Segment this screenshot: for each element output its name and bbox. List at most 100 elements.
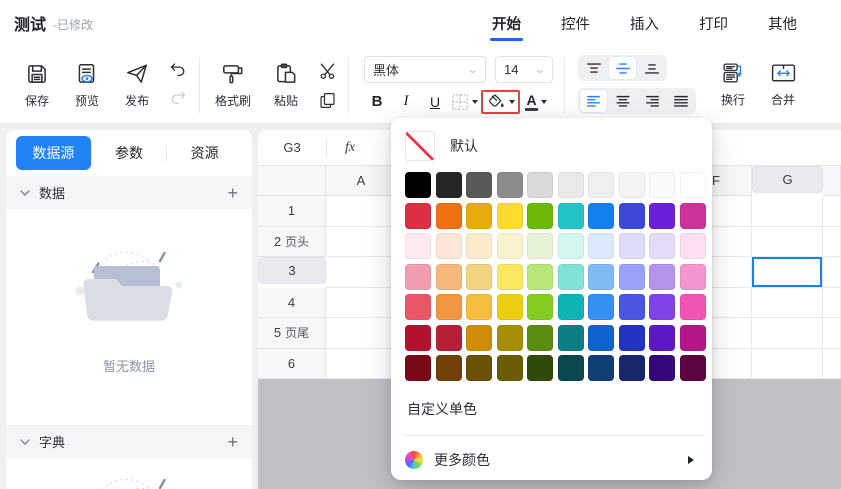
align-middle-button[interactable] xyxy=(609,57,636,79)
color-swatch-1-7[interactable] xyxy=(619,203,645,229)
color-swatch-5-4[interactable] xyxy=(527,325,553,351)
color-swatch-6-8[interactable] xyxy=(649,355,675,381)
cell-A4[interactable] xyxy=(326,288,397,319)
color-swatch-5-9[interactable] xyxy=(680,325,706,351)
color-swatch-0-2[interactable] xyxy=(466,172,492,198)
row-header-5[interactable]: 5页尾 xyxy=(258,318,326,349)
bold-button[interactable]: B xyxy=(364,90,390,114)
ribbon-tab-home[interactable]: 开始 xyxy=(490,0,523,46)
color-swatch-0-1[interactable] xyxy=(436,172,462,198)
sidebar-tab-params[interactable]: 参数 xyxy=(92,136,167,170)
add-data-button[interactable]: + xyxy=(227,184,238,202)
redo-icon[interactable] xyxy=(167,90,189,108)
italic-button[interactable]: I xyxy=(393,90,419,114)
color-swatch-1-4[interactable] xyxy=(527,203,553,229)
fx-button[interactable]: fx xyxy=(345,140,355,156)
color-swatch-0-0[interactable] xyxy=(405,172,431,198)
cell-partial-3[interactable] xyxy=(823,257,841,288)
color-swatch-3-7[interactable] xyxy=(619,264,645,290)
cell-partial-2[interactable] xyxy=(823,227,841,258)
sidebar-tab-resources[interactable]: 资源 xyxy=(167,136,242,170)
color-swatch-5-7[interactable] xyxy=(619,325,645,351)
border-button[interactable] xyxy=(451,90,478,114)
color-swatch-4-2[interactable] xyxy=(466,294,492,320)
color-swatch-3-5[interactable] xyxy=(558,264,584,290)
undo-icon[interactable] xyxy=(167,62,189,80)
color-swatch-6-5[interactable] xyxy=(558,355,584,381)
color-swatch-0-3[interactable] xyxy=(497,172,523,198)
color-swatch-6-6[interactable] xyxy=(588,355,614,381)
color-swatch-4-5[interactable] xyxy=(558,294,584,320)
font-family-select[interactable]: 黑体 ⌄ xyxy=(364,56,486,83)
column-header-A[interactable]: A xyxy=(326,166,397,196)
color-swatch-2-5[interactable] xyxy=(558,233,584,259)
row-header-2[interactable]: 2页头 xyxy=(258,227,326,258)
color-swatch-2-6[interactable] xyxy=(588,233,614,259)
row-header-1[interactable]: 1 xyxy=(258,196,326,227)
color-swatch-3-0[interactable] xyxy=(405,264,431,290)
color-swatch-5-1[interactable] xyxy=(436,325,462,351)
color-swatch-5-2[interactable] xyxy=(466,325,492,351)
data-section-header[interactable]: 数据 + xyxy=(6,176,252,209)
default-color-option[interactable]: 默认 xyxy=(405,130,700,162)
color-swatch-3-6[interactable] xyxy=(588,264,614,290)
cell-A3[interactable] xyxy=(326,257,397,288)
color-swatch-2-4[interactable] xyxy=(527,233,553,259)
color-swatch-4-4[interactable] xyxy=(527,294,553,320)
color-swatch-3-1[interactable] xyxy=(436,264,462,290)
cell-partial-1[interactable] xyxy=(823,196,841,227)
cell-A1[interactable] xyxy=(326,196,397,227)
preview-button[interactable]: 预览 xyxy=(62,61,112,109)
row-header-4[interactable]: 4 xyxy=(258,288,326,319)
color-swatch-5-3[interactable] xyxy=(497,325,523,351)
align-justify-button[interactable] xyxy=(667,90,694,112)
color-swatch-2-1[interactable] xyxy=(436,233,462,259)
format-painter-button[interactable]: 格式刷 xyxy=(205,61,261,109)
custom-color-label[interactable]: 自定义单色 xyxy=(407,399,698,419)
color-swatch-5-8[interactable] xyxy=(649,325,675,351)
align-center-button[interactable] xyxy=(609,90,636,112)
cut-scissors-icon[interactable] xyxy=(317,60,338,81)
color-swatch-0-9[interactable] xyxy=(680,172,706,198)
color-swatch-4-0[interactable] xyxy=(405,294,431,320)
cell-G1[interactable] xyxy=(752,196,823,227)
color-swatch-4-6[interactable] xyxy=(588,294,614,320)
align-bottom-button[interactable] xyxy=(638,57,665,79)
wrap-text-button[interactable]: 换行 xyxy=(708,61,758,108)
color-swatch-0-6[interactable] xyxy=(588,172,614,198)
publish-button[interactable]: 发布 xyxy=(112,61,162,109)
save-button[interactable]: 保存 xyxy=(12,61,62,109)
cell-G5[interactable] xyxy=(752,318,823,349)
font-size-select[interactable]: 14 ⌄ xyxy=(495,56,553,83)
color-swatch-6-2[interactable] xyxy=(466,355,492,381)
align-left-button[interactable] xyxy=(580,90,607,112)
color-swatch-0-5[interactable] xyxy=(558,172,584,198)
cell-A2[interactable] xyxy=(326,227,397,258)
color-swatch-2-3[interactable] xyxy=(497,233,523,259)
color-swatch-4-9[interactable] xyxy=(680,294,706,320)
color-swatch-1-8[interactable] xyxy=(649,203,675,229)
sidebar-tab-datasource[interactable]: 数据源 xyxy=(16,136,91,170)
color-swatch-6-0[interactable] xyxy=(405,355,431,381)
color-swatch-2-9[interactable] xyxy=(680,233,706,259)
color-swatch-1-5[interactable] xyxy=(558,203,584,229)
color-swatch-2-8[interactable] xyxy=(649,233,675,259)
color-swatch-5-0[interactable] xyxy=(405,325,431,351)
color-swatch-0-7[interactable] xyxy=(619,172,645,198)
cell-partial-4[interactable] xyxy=(823,288,841,319)
color-swatch-5-6[interactable] xyxy=(588,325,614,351)
ribbon-tab-other[interactable]: 其他 xyxy=(766,0,799,46)
color-swatch-3-4[interactable] xyxy=(527,264,553,290)
color-swatch-6-1[interactable] xyxy=(436,355,462,381)
cell-name-box[interactable]: G3 xyxy=(258,140,326,155)
merge-cells-button[interactable]: 合并 xyxy=(758,61,808,108)
corner-cell[interactable] xyxy=(258,166,326,196)
color-swatch-2-0[interactable] xyxy=(405,233,431,259)
color-swatch-1-6[interactable] xyxy=(588,203,614,229)
font-color-button[interactable]: A xyxy=(523,90,549,114)
cell-G3[interactable] xyxy=(752,257,823,288)
align-top-button[interactable] xyxy=(580,57,607,79)
cell-G6[interactable] xyxy=(752,349,823,380)
color-swatch-4-8[interactable] xyxy=(649,294,675,320)
align-right-button[interactable] xyxy=(638,90,665,112)
